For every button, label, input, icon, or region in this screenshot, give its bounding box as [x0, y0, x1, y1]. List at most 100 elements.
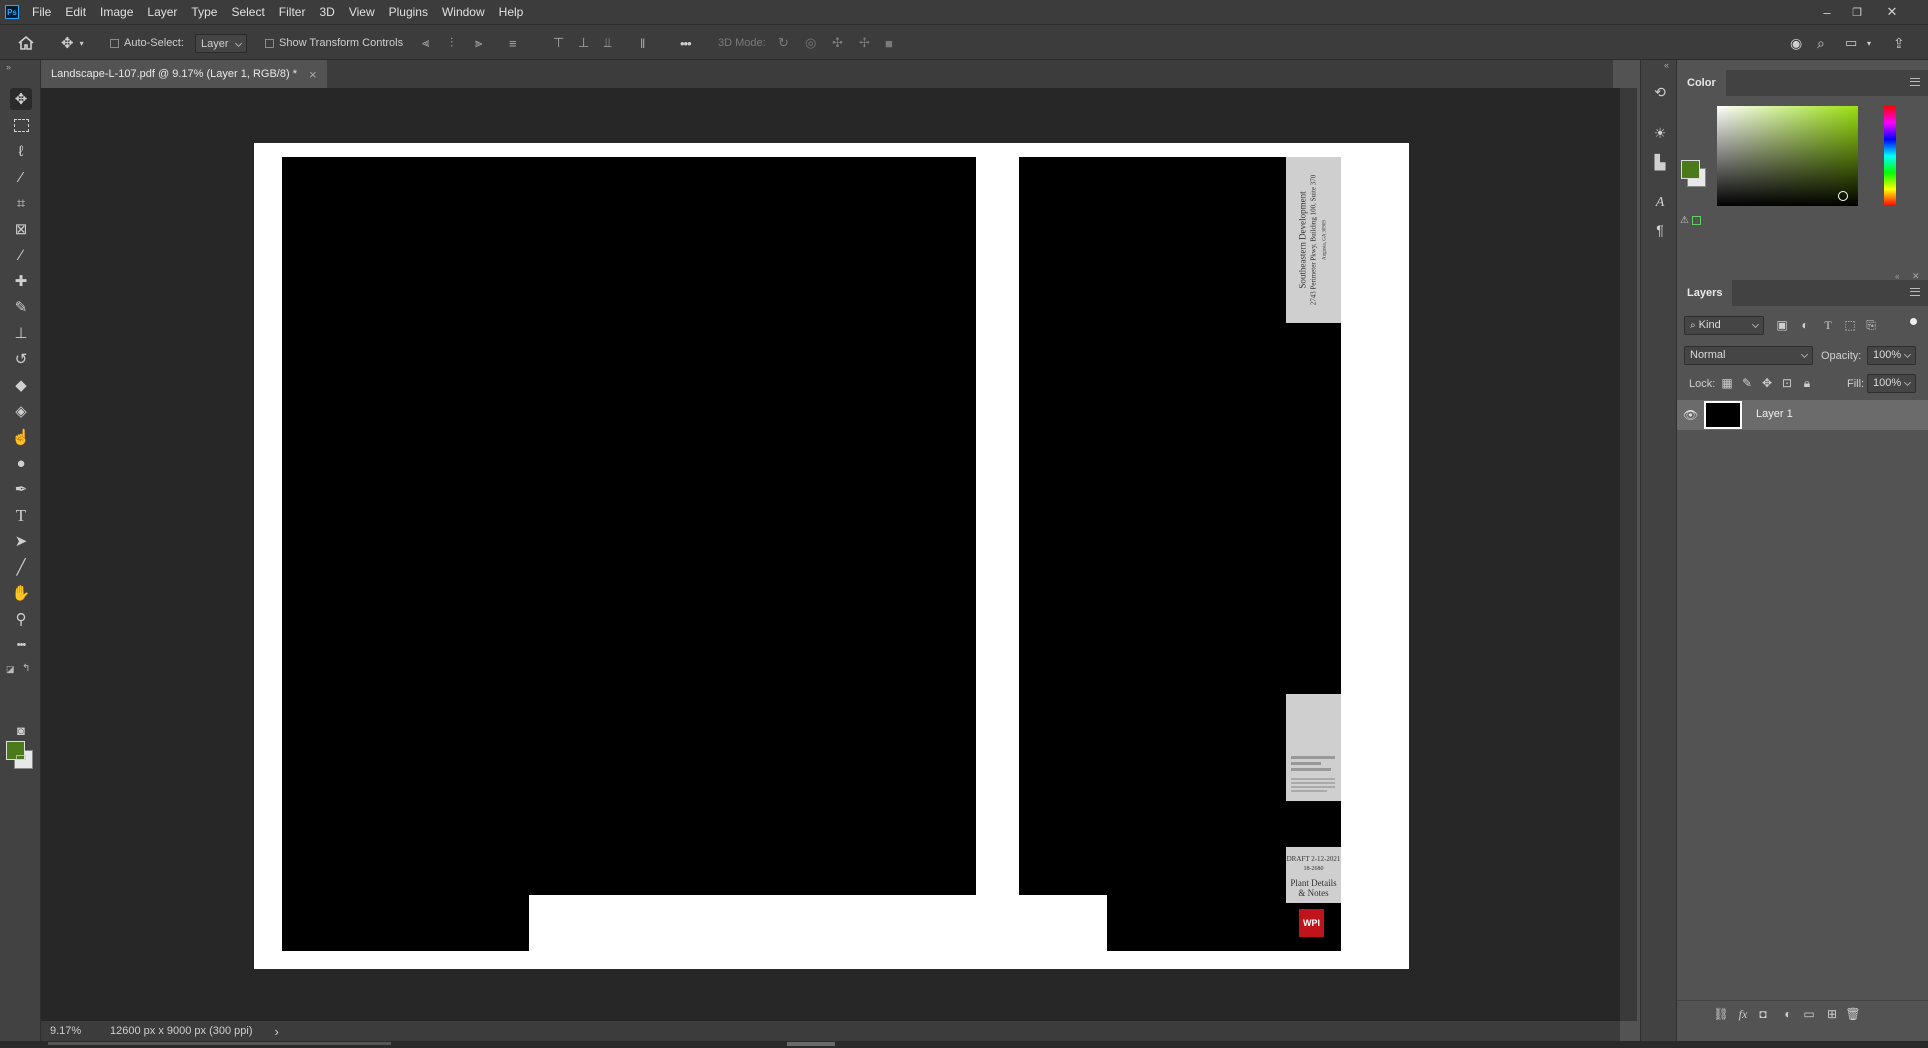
panel-menu-icon[interactable] [1910, 288, 1920, 296]
eraser-icon[interactable]: ◆ [10, 374, 32, 396]
auto-select-checkbox[interactable]: Auto-Select: [110, 25, 184, 61]
search-icon[interactable]: ⌕ [1817, 25, 1825, 61]
align-center-icon[interactable]: ⫶ [450, 25, 453, 61]
new-group-icon[interactable]: ▭ [1801, 1006, 1817, 1022]
path-selection-icon[interactable]: ➤ [10, 530, 32, 552]
magic-wand-icon[interactable]: ⁄ [10, 166, 32, 188]
filter-shape-icon[interactable]: ⬚ [1842, 317, 1858, 333]
auto-select-target-dropdown[interactable]: Layer [195, 33, 247, 53]
menu-edit[interactable]: Edit [58, 0, 93, 24]
layer-name[interactable]: Layer 1 [1756, 408, 1793, 420]
menu-file[interactable]: File [25, 0, 58, 24]
lock-transparent-icon[interactable]: ▦ [1719, 375, 1735, 391]
3d-orbit-icon[interactable]: ↻ [778, 25, 789, 61]
lasso-icon[interactable]: ℓ [10, 140, 32, 162]
smudge-icon[interactable]: ☝ [10, 426, 32, 448]
align-right-icon[interactable]: ⫸ [475, 25, 482, 61]
lock-all-icon[interactable]: 🔒︎ [1799, 375, 1815, 391]
paint-bucket-icon[interactable]: ◈ [10, 400, 32, 422]
3d-roll-icon[interactable]: ◎ [805, 25, 816, 61]
menu-window[interactable]: Window [435, 0, 492, 24]
vertical-scrollbar[interactable] [1620, 88, 1637, 1021]
fill-field[interactable]: 100% [1867, 374, 1916, 393]
more-options-button[interactable]: ••• [680, 25, 692, 61]
home-button[interactable] [17, 25, 35, 61]
rectangular-marquee-icon[interactable] [10, 114, 32, 136]
add-mask-icon[interactable]: ◘ [1755, 1006, 1771, 1022]
histogram-panel-icon[interactable]: ▙ [1650, 152, 1670, 172]
swap-colors-icon[interactable]: ↰ [22, 663, 30, 674]
filter-toggle-icon[interactable] [1910, 318, 1917, 325]
eyedropper-icon[interactable]: ∕ [10, 244, 32, 266]
collapse-panels-icon[interactable]: « [1664, 60, 1669, 70]
menu-select[interactable]: Select [224, 0, 271, 24]
menu-plugins[interactable]: Plugins [382, 0, 435, 24]
filter-pixel-icon[interactable]: ▣ [1774, 317, 1790, 333]
align-middle-icon[interactable]: ⊥ [578, 25, 589, 61]
workspace-icon[interactable]: ▭ [1845, 25, 1857, 61]
menu-help[interactable]: Help [492, 0, 531, 24]
color-fg-swatch[interactable] [1681, 160, 1700, 179]
color-picker-cursor[interactable] [1838, 191, 1848, 201]
menu-filter[interactable]: Filter [272, 0, 313, 24]
close-tab-icon[interactable]: × [309, 67, 317, 82]
align-top-icon[interactable]: ⊤ [553, 25, 564, 61]
brush-icon[interactable]: ✎ [10, 296, 32, 318]
color-tab[interactable]: Color [1677, 70, 1726, 96]
distribute-vertical-icon[interactable]: ‖ [640, 25, 645, 61]
filter-adjustment-icon[interactable]: ◐ [1797, 317, 1813, 333]
chevron-down-icon[interactable]: ▾ [1867, 25, 1871, 61]
status-menu-arrow-icon[interactable]: › [275, 1024, 279, 1039]
menu-type[interactable]: Type [184, 0, 224, 24]
link-layers-icon[interactable]: ⛓︎ [1713, 1006, 1729, 1022]
crop-icon[interactable]: ⌗ [10, 192, 32, 214]
3d-pan-icon[interactable]: ✣ [832, 25, 843, 61]
delete-layer-icon[interactable]: 🗑︎ [1845, 1006, 1861, 1022]
new-adjustment-icon[interactable]: ◐ [1780, 1006, 1796, 1022]
pen-icon[interactable]: ✒ [10, 478, 32, 500]
align-left-icon[interactable]: ⫷ [422, 25, 429, 61]
filter-type-icon[interactable]: T [1820, 317, 1836, 333]
lock-position-icon[interactable]: ✥ [1759, 375, 1775, 391]
menu-layer[interactable]: Layer [140, 0, 184, 24]
history-panel-icon[interactable]: ⟲ [1650, 82, 1670, 102]
restore-button[interactable]: ❐ [1837, 0, 1877, 24]
layer-style-icon[interactable]: fx [1735, 1006, 1751, 1022]
move-tool-preset-button[interactable]: ✥ ▾ [61, 25, 84, 61]
move-tool-icon[interactable]: ✥ [10, 88, 32, 110]
close-window-button[interactable]: ✕ [1872, 0, 1912, 24]
character-panel-icon[interactable]: A [1650, 193, 1670, 213]
line-icon[interactable]: ╱ [10, 556, 32, 578]
adjustments-panel-icon[interactable]: ☀ [1650, 123, 1670, 143]
opacity-field[interactable]: 100% [1867, 346, 1916, 365]
dodge-icon[interactable]: ● [10, 452, 32, 474]
screen-mode-icon[interactable]: ▭ [10, 745, 32, 767]
layer-row[interactable]: 👁︎ Layer 1 [1677, 400, 1928, 430]
lock-artboard-icon[interactable]: ⊡ [1779, 375, 1795, 391]
color-field[interactable] [1717, 106, 1858, 206]
layers-tab[interactable]: Layers [1677, 280, 1733, 306]
more-tools-icon[interactable]: ••• [10, 634, 32, 656]
eye-icon[interactable]: 👁︎ [1683, 408, 1698, 422]
default-colors-icon[interactable]: ◪ [6, 664, 15, 675]
clone-stamp-icon[interactable]: ⊥ [10, 322, 32, 344]
filter-smart-object-icon[interactable]: ⎘ [1863, 317, 1879, 333]
3d-slide-icon[interactable]: ✢ [859, 25, 870, 61]
zoom-level[interactable]: 9.17% [50, 1025, 100, 1037]
blend-mode-dropdown[interactable]: Normal [1684, 346, 1813, 365]
lock-image-icon[interactable]: ✎ [1739, 375, 1755, 391]
document-tab[interactable]: Landscape-L-107.pdf @ 9.17% (Layer 1, RG… [41, 60, 327, 88]
hand-icon[interactable]: ✋ [10, 582, 32, 604]
hue-slider[interactable] [1884, 106, 1896, 206]
align-bottom-icon[interactable]: ⫫ [604, 25, 611, 61]
frame-icon[interactable]: ⊠ [10, 218, 32, 240]
menu-view[interactable]: View [342, 0, 382, 24]
paragraph-panel-icon[interactable]: ¶ [1650, 220, 1670, 240]
share-icon[interactable]: ⇪ [1893, 25, 1905, 61]
zoom-icon[interactable]: ⚲ [10, 608, 32, 630]
user-icon[interactable]: ◉ [1790, 25, 1802, 61]
distribute-icon[interactable]: ≡ [509, 25, 517, 61]
layer-filter-dropdown[interactable]: ⌕ Kind [1684, 316, 1764, 335]
show-transform-controls-checkbox[interactable]: Show Transform Controls [265, 25, 403, 61]
panel-menu-icon[interactable] [1910, 78, 1920, 86]
